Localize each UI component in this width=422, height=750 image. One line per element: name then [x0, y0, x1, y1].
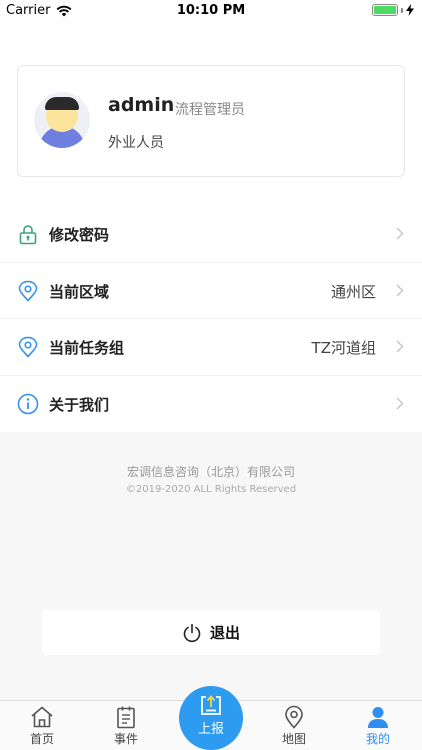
battery-tip: [401, 7, 403, 13]
tab-label: 我的: [365, 732, 390, 746]
user-icon: [368, 707, 388, 728]
status-right: [372, 4, 414, 16]
menu-item-change-password[interactable]: 修改密码: [0, 206, 422, 263]
menu-item-current-area[interactable]: 当前区域 通州区: [0, 262, 422, 319]
map-pin-icon: [285, 705, 303, 729]
report-label: 上报: [197, 722, 224, 737]
user-type: 外业人员: [108, 135, 164, 151]
chevron-right-icon: [396, 340, 404, 353]
menu-value: TZ河道组: [311, 339, 376, 357]
company-name: 宏调信息咨询（北京）有限公司: [126, 465, 295, 479]
settings-menu: 修改密码 当前区域 通州区 当前任务组 TZ河道组 关于我们: [0, 206, 422, 432]
menu-item-current-task-group[interactable]: 当前任务组 TZ河道组: [0, 319, 422, 376]
tab-map[interactable]: 地图: [252, 705, 336, 750]
lock-icon: [19, 225, 37, 245]
tab-label: 地图: [281, 732, 306, 746]
tab-home[interactable]: 首页: [0, 705, 84, 750]
info-icon: [17, 393, 39, 414]
chevron-right-icon: [396, 227, 404, 240]
user-role: 流程管理员: [175, 102, 245, 118]
status-time: 10:10 PM: [176, 3, 246, 18]
username: admin: [108, 94, 175, 116]
menu-label: 关于我们: [49, 395, 110, 414]
location-pin-icon: [18, 336, 38, 358]
home-icon: [31, 706, 53, 728]
tab-events[interactable]: 事件: [84, 705, 168, 750]
chevron-right-icon: [396, 284, 404, 296]
status-bar: Carrier 10:10 PM: [0, 0, 422, 22]
upload-icon: [201, 695, 221, 715]
power-icon: [183, 623, 201, 642]
chevron-right-icon: [396, 397, 404, 409]
tab-label: 事件: [113, 732, 138, 746]
battery-icon: [372, 4, 398, 16]
menu-label: 当前区域: [49, 282, 110, 301]
copyright: ©2019-2020 ALL Rights Reserved: [125, 484, 297, 495]
tab-label: 首页: [29, 732, 54, 746]
tab-mine[interactable]: 我的: [336, 705, 420, 750]
menu-label: 修改密码: [49, 226, 110, 244]
charging-bolt-icon: [406, 4, 414, 16]
clipboard-icon: [117, 706, 135, 729]
logout-label: 退出: [209, 624, 240, 642]
menu-label: 当前任务组: [49, 339, 125, 357]
report-button[interactable]: 上报: [179, 686, 243, 750]
menu-item-about-us[interactable]: 关于我们: [0, 375, 422, 432]
location-pin-icon: [18, 280, 38, 302]
avatar[interactable]: [34, 92, 90, 148]
profile-card[interactable]: admin 流程管理员 外业人员: [17, 65, 405, 177]
menu-value: 通州区: [330, 282, 376, 301]
logout-button[interactable]: 退出: [42, 610, 380, 655]
